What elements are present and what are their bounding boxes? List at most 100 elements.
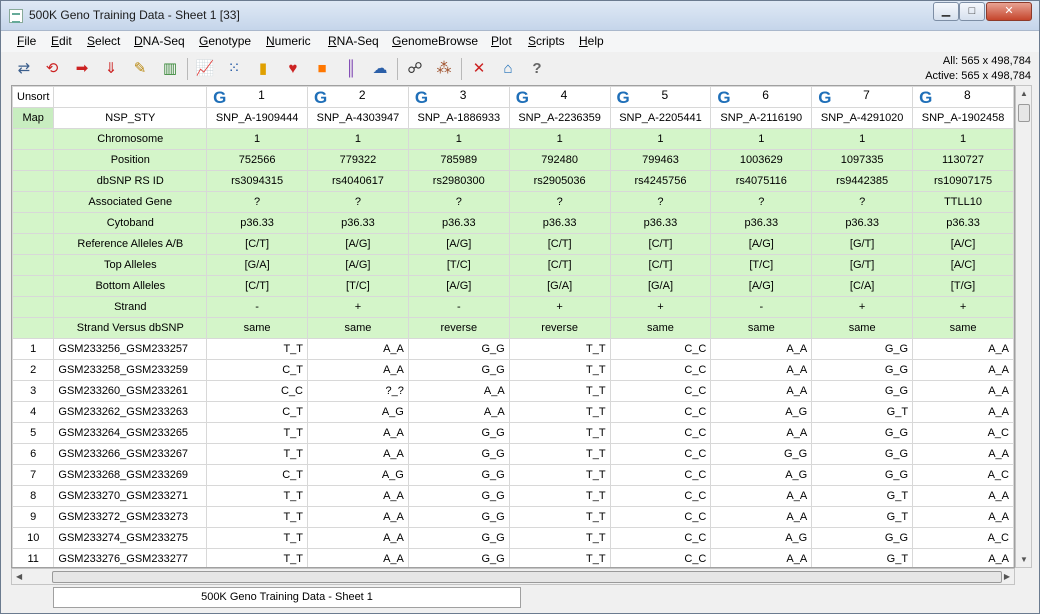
title-bar[interactable]: 500K Geno Training Data - Sheet 1 [33] ▁… <box>1 1 1039 31</box>
genotype-cell[interactable]: A_A <box>710 422 813 444</box>
metadata-cell[interactable]: p36.33 <box>508 212 611 234</box>
metadata-cell[interactable]: ? <box>811 191 914 213</box>
metadata-cell[interactable]: [T/C] <box>307 275 409 297</box>
home-icon[interactable]: ⌂ <box>497 58 519 78</box>
metadata-cell[interactable]: 799463 <box>609 149 712 171</box>
sample-id-cell[interactable]: GSM233272_GSM233273 <box>53 506 208 528</box>
metadata-cell[interactable]: [A/G] <box>407 233 510 255</box>
metadata-cell[interactable]: + <box>508 296 611 318</box>
metadata-cell[interactable]: [A/G] <box>307 233 409 255</box>
genotype-cell[interactable]: T_T <box>508 527 611 549</box>
metadata-cell[interactable]: [T/C] <box>710 254 813 276</box>
genotype-cell[interactable]: A_A <box>307 485 409 507</box>
metadata-cell[interactable]: 1130727 <box>912 149 1014 171</box>
metadata-cell[interactable]: 792480 <box>508 149 611 171</box>
genotype-cell[interactable]: G_G <box>710 443 813 465</box>
table-row[interactable]: 10 GSM233274_GSM233275 T_T A_A G_G T_T C_C A_G G… <box>12 527 1014 549</box>
snp-id-cell[interactable]: SNP_A-2116190 <box>710 107 813 129</box>
snp-id-cell[interactable]: SNP_A-2236359 <box>508 107 611 129</box>
genotype-cell[interactable]: G_G <box>811 380 914 402</box>
metadata-cell[interactable]: p36.33 <box>811 212 914 234</box>
cloud-icon[interactable]: ☁ <box>369 58 391 78</box>
metadata-cell[interactable]: rs3094315 <box>206 170 309 192</box>
metadata-cell[interactable]: 785989 <box>407 149 510 171</box>
vertical-scroll-thumb[interactable] <box>1018 104 1030 122</box>
row-number[interactable]: 7 <box>12 464 55 486</box>
sample-id-cell[interactable]: GSM233264_GSM233265 <box>53 422 208 444</box>
scroll-right-icon[interactable]: ▶ <box>1004 572 1010 581</box>
metadata-cell[interactable]: - <box>710 296 813 318</box>
genotype-cell[interactable]: G_G <box>407 359 510 381</box>
column-header[interactable]: G7 <box>811 86 914 108</box>
genotype-cell[interactable]: G_G <box>407 443 510 465</box>
metadata-cell[interactable]: [C/T] <box>206 275 309 297</box>
metadata-cell[interactable]: [G/A] <box>206 254 309 276</box>
genotype-cell[interactable]: T_T <box>206 422 309 444</box>
genotype-cell[interactable]: A_G <box>307 401 409 423</box>
metadata-cell[interactable]: [T/C] <box>407 254 510 276</box>
metadata-cell[interactable]: same <box>609 317 712 339</box>
menu-plot[interactable]: Plot <box>491 34 512 48</box>
table-row[interactable]: 8 GSM233270_GSM233271 T_T A_A G_G T_T C_C A_A G_… <box>12 485 1014 507</box>
unsort-button[interactable]: Unsort <box>12 86 55 108</box>
menu-numeric[interactable]: Numeric <box>266 34 311 48</box>
sample-id-cell[interactable]: GSM233274_GSM233275 <box>53 527 208 549</box>
close-button[interactable]: ✕ <box>986 2 1032 21</box>
genotype-cell[interactable]: T_T <box>206 485 309 507</box>
menu-file[interactable]: File <box>17 34 36 48</box>
genotype-cell[interactable]: ?_? <box>307 380 409 402</box>
genotype-cell[interactable]: G_G <box>811 527 914 549</box>
genotype-cell[interactable]: T_T <box>508 443 611 465</box>
genotype-cell[interactable]: G_T <box>811 506 914 528</box>
metadata-cell[interactable]: 1 <box>206 128 309 150</box>
genotype-cell[interactable]: G_G <box>407 506 510 528</box>
genotype-cell[interactable]: A_A <box>912 443 1014 465</box>
column-header[interactable]: G5 <box>609 86 712 108</box>
transpose-icon[interactable]: ⇄ <box>13 58 35 78</box>
genotype-cell[interactable]: A_A <box>912 506 1014 528</box>
genotype-cell[interactable]: G_G <box>811 338 914 360</box>
snp-id-cell[interactable]: SNP_A-1886933 <box>407 107 510 129</box>
row-number[interactable]: 9 <box>12 506 55 528</box>
map-label[interactable]: Map <box>12 107 55 129</box>
table-row[interactable]: 11 GSM233276_GSM233277 T_T A_A G_G T_T C_C A_A G… <box>12 548 1014 567</box>
sort-icon[interactable]: ⇓ <box>100 58 122 78</box>
move-columns-icon[interactable]: ➡ <box>71 58 93 78</box>
menu-rna-seq[interactable]: RNA-Seq <box>328 34 379 48</box>
genotype-cell[interactable]: A_A <box>307 359 409 381</box>
metadata-cell[interactable]: ? <box>407 191 510 213</box>
genotype-cell[interactable]: A_G <box>710 401 813 423</box>
row-number[interactable]: 4 <box>12 401 55 423</box>
genotype-cell[interactable]: G_G <box>407 338 510 360</box>
snp-id-cell[interactable]: SNP_A-2205441 <box>609 107 712 129</box>
metadata-cell[interactable]: ? <box>307 191 409 213</box>
genotype-cell[interactable]: A_A <box>710 338 813 360</box>
genotype-cell[interactable]: G_G <box>811 464 914 486</box>
row-number[interactable]: 8 <box>12 485 55 507</box>
metadata-cell[interactable]: same <box>307 317 409 339</box>
row-number[interactable]: 1 <box>12 338 55 360</box>
metadata-cell[interactable]: [A/G] <box>307 254 409 276</box>
genotype-cell[interactable]: A_C <box>912 464 1014 486</box>
metadata-cell[interactable]: 1003629 <box>710 149 813 171</box>
line-plot-icon[interactable]: 📈 <box>194 58 216 78</box>
metadata-cell[interactable]: same <box>811 317 914 339</box>
table-row[interactable]: 3 GSM233260_GSM233261 C_C ?_? A_A T_T C_C A_A G_… <box>12 380 1014 402</box>
genotype-cell[interactable]: A_A <box>307 506 409 528</box>
genotype-cell[interactable]: A_C <box>912 422 1014 444</box>
column-header[interactable]: G3 <box>407 86 510 108</box>
snp-id-cell[interactable]: SNP_A-1902458 <box>912 107 1014 129</box>
metadata-cell[interactable]: p36.33 <box>307 212 409 234</box>
metadata-cell[interactable]: 1 <box>710 128 813 150</box>
scatter-plot-icon[interactable]: ⁙ <box>223 58 245 78</box>
metadata-cell[interactable]: 1 <box>609 128 712 150</box>
menu-edit[interactable]: Edit <box>51 34 72 48</box>
genotype-cell[interactable]: C_C <box>609 401 712 423</box>
menu-genomebrowse[interactable]: GenomeBrowse <box>392 34 478 48</box>
genotype-cell[interactable]: T_T <box>508 506 611 528</box>
metadata-cell[interactable]: [G/T] <box>811 233 914 255</box>
metadata-cell[interactable]: + <box>609 296 712 318</box>
table-row[interactable]: 6 GSM233266_GSM233267 T_T A_A G_G T_T C_C G_G G_… <box>12 443 1014 465</box>
genotype-cell[interactable]: T_T <box>508 485 611 507</box>
genotype-cell[interactable]: T_T <box>508 548 611 567</box>
